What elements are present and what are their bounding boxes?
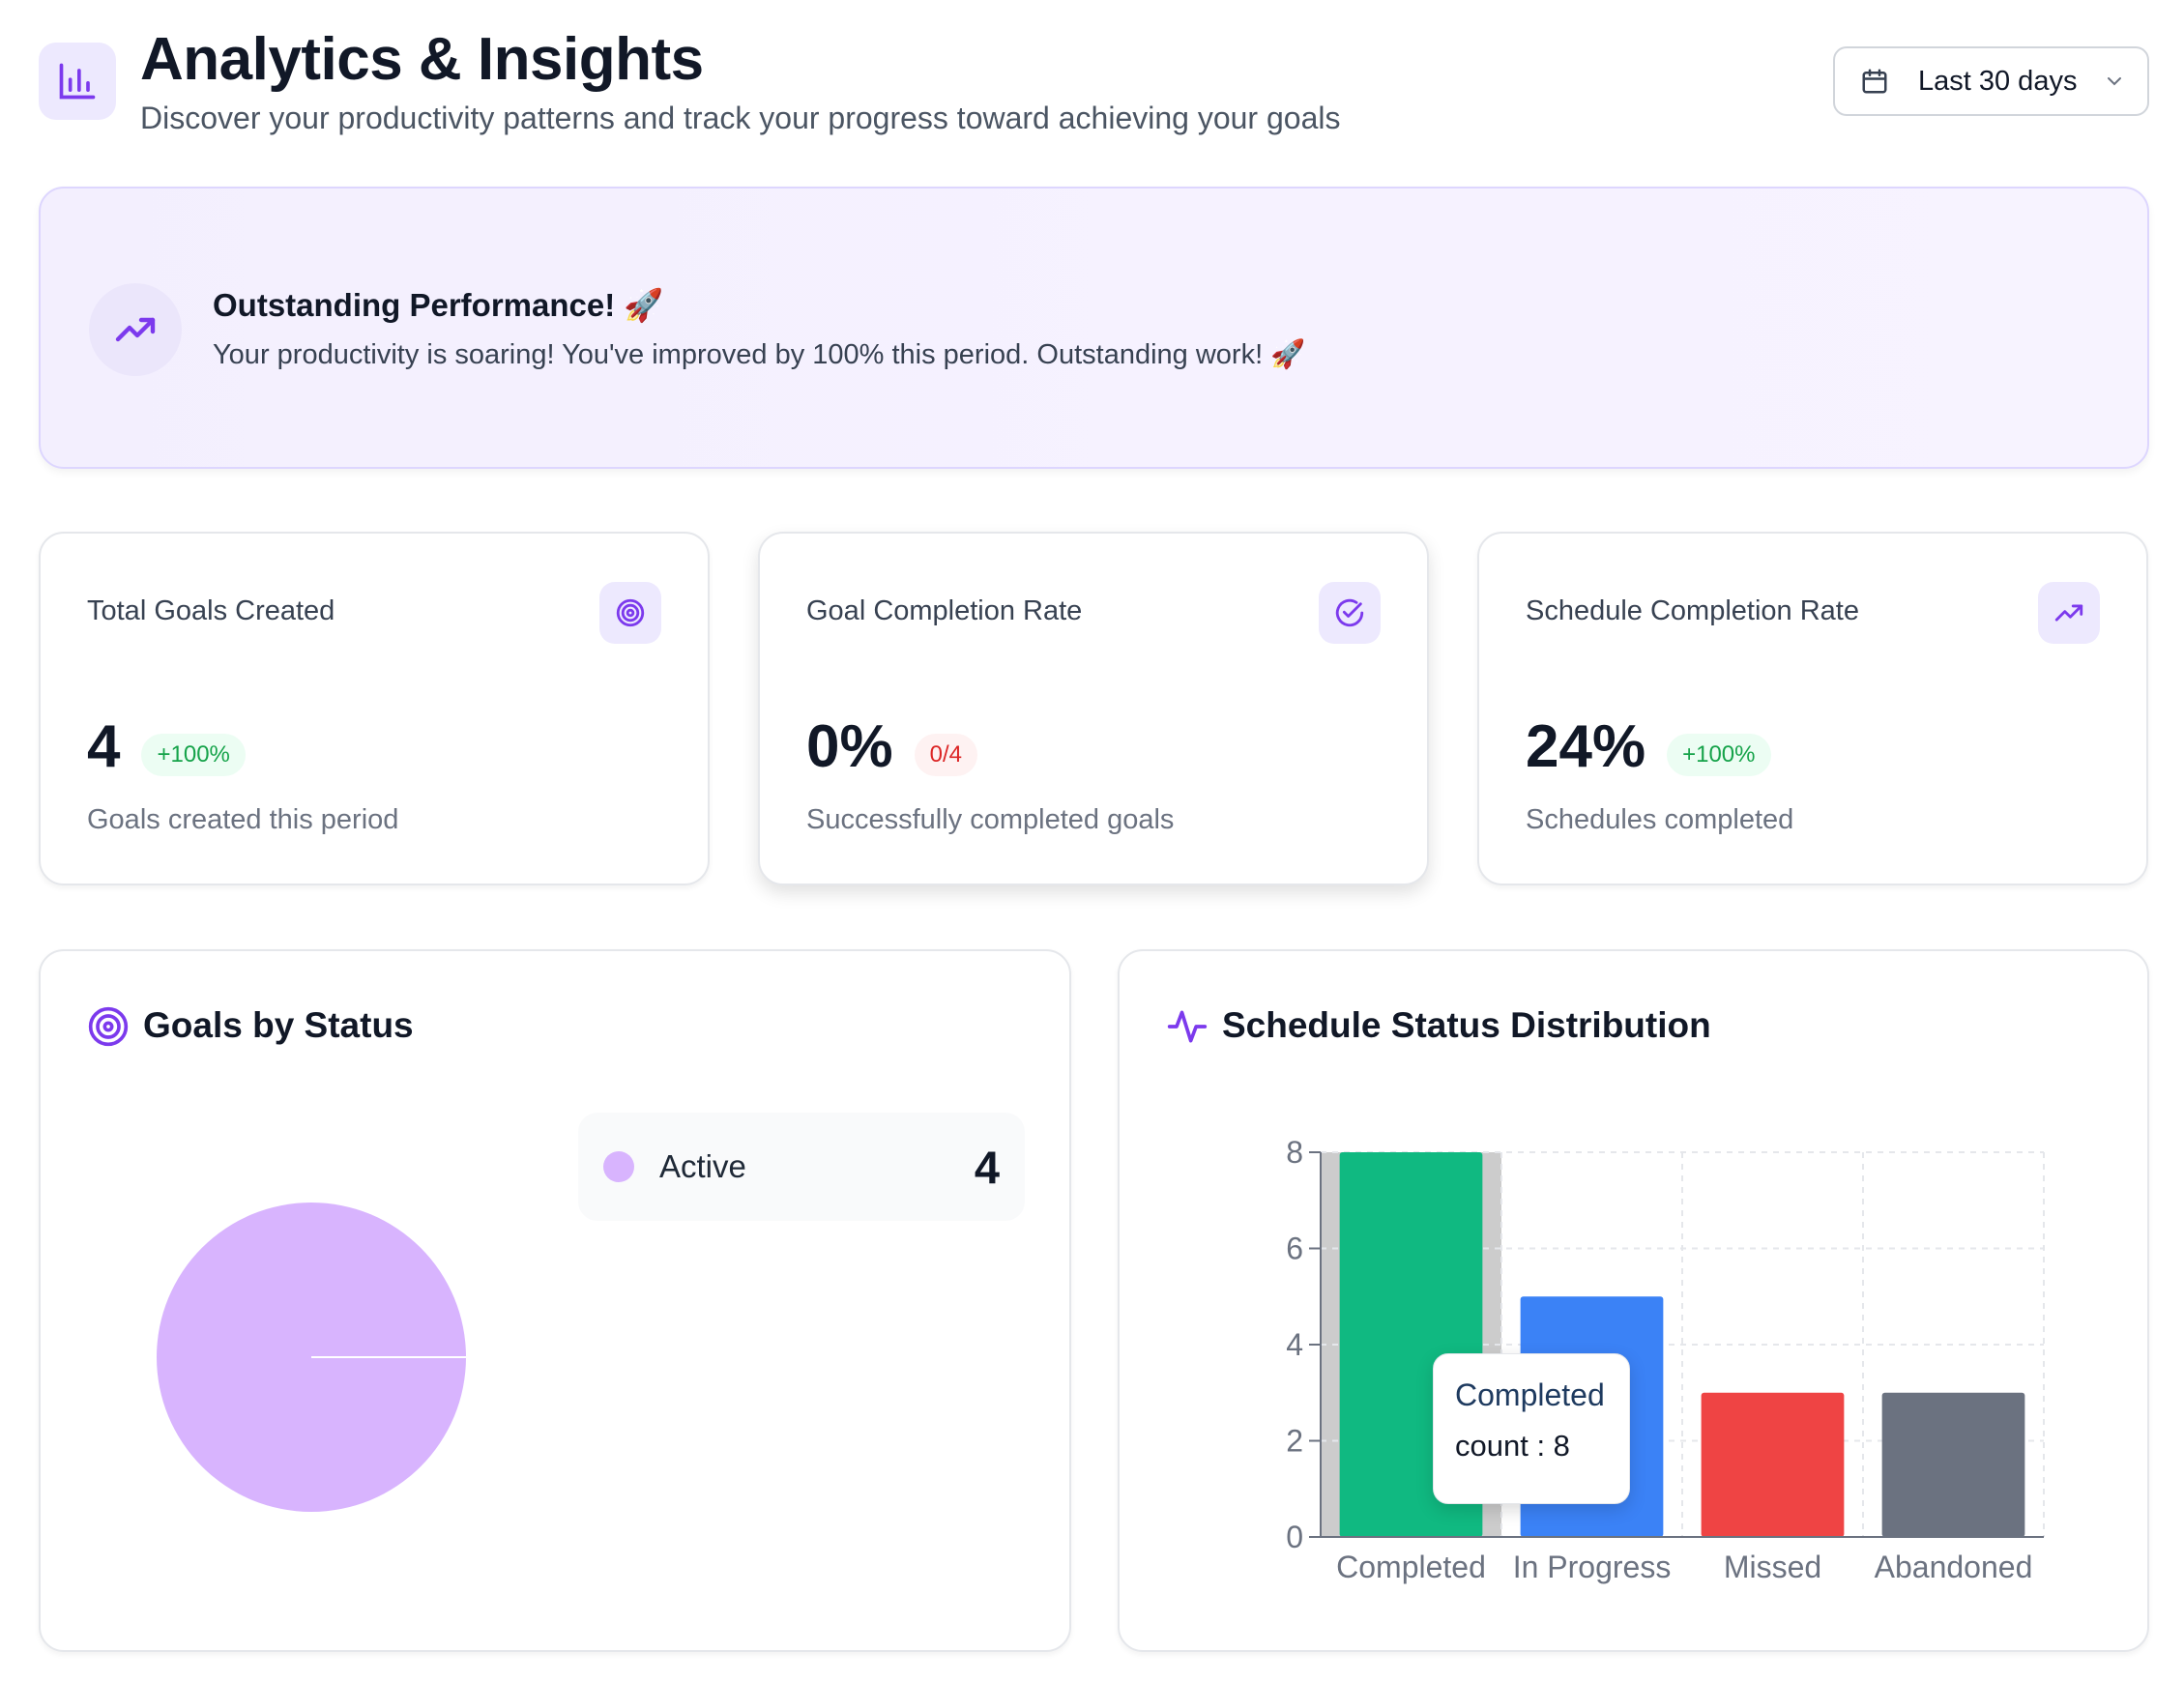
stat-card-goal-completion: Goal Completion Rate 0% 0/4 Successfully… [758, 532, 1429, 885]
bar-missed[interactable] [1701, 1392, 1845, 1537]
tooltip-count: count : 8 [1455, 1429, 1570, 1463]
legend-value: 4 [974, 1141, 1000, 1193]
page-title: Analytics & Insights [140, 26, 704, 93]
stat-card-schedule-completion: Schedule Completion Rate 24% +100% Sched… [1477, 532, 2148, 885]
stat-value: 0% [806, 713, 893, 780]
goals-by-status-panel: Goals by Status Active 4 [39, 949, 1071, 1652]
y-tick-label: 8 [1286, 1135, 1303, 1170]
stat-badge: +100% [1667, 734, 1771, 776]
y-tick-label: 4 [1286, 1327, 1303, 1362]
stat-badge: +100% [141, 734, 246, 776]
stat-subtitle: Goals created this period [87, 804, 399, 835]
calendar-icon [1862, 69, 1887, 94]
target-icon [599, 582, 661, 644]
goals-pie-chart [157, 1203, 466, 1512]
tooltip-name: Completed [1455, 1377, 1605, 1412]
x-tick-label: In Progress [1513, 1550, 1672, 1584]
x-tick-label: Abandoned [1875, 1550, 2033, 1584]
x-tick-label: Completed [1336, 1550, 1486, 1584]
bar-abandoned[interactable] [1881, 1392, 2025, 1537]
x-tick-label: Missed [1724, 1550, 1821, 1584]
y-tick-label: 0 [1286, 1520, 1303, 1554]
date-range-select[interactable]: Last 30 days [1833, 46, 2149, 116]
stat-badge: 0/4 [914, 734, 977, 776]
stat-value: 24% [1526, 713, 1646, 780]
stat-subtitle: Successfully completed goals [806, 804, 1175, 835]
banner-text: Your productivity is soaring! You've imp… [213, 339, 1306, 370]
stat-title: Total Goals Created [87, 595, 335, 626]
trending-up-icon [2038, 582, 2100, 644]
legend-label: Active [659, 1148, 746, 1184]
analytics-logo-icon [39, 43, 116, 120]
check-circle-icon [1319, 582, 1381, 644]
banner-title: Outstanding Performance! 🚀 [213, 287, 664, 323]
chevron-down-icon [2108, 77, 2121, 86]
chart-tooltip: Completed count : 8 [1433, 1353, 1630, 1504]
legend-item-active[interactable]: Active 4 [578, 1113, 1025, 1221]
y-tick-label: 2 [1286, 1424, 1303, 1459]
stat-title: Goal Completion Rate [806, 595, 1083, 626]
stat-card-total-goals: Total Goals Created 4 +100% Goals create… [39, 532, 710, 885]
stat-title: Schedule Completion Rate [1526, 595, 1859, 626]
y-tick-label: 6 [1286, 1232, 1303, 1266]
schedule-bar-chart: Completed In Progress Missed Abandoned 0 2 4 6 8 [1286, 1135, 2045, 1584]
trending-up-icon [89, 283, 182, 376]
page-subtitle: Discover your productivity patterns and … [140, 101, 1341, 135]
legend-swatch [603, 1151, 634, 1182]
performance-banner: Outstanding Performance! 🚀 Your producti… [39, 187, 2149, 469]
date-range-label: Last 30 days [1918, 65, 2078, 97]
stat-subtitle: Schedules completed [1526, 804, 1794, 835]
stat-value: 4 [87, 713, 121, 780]
